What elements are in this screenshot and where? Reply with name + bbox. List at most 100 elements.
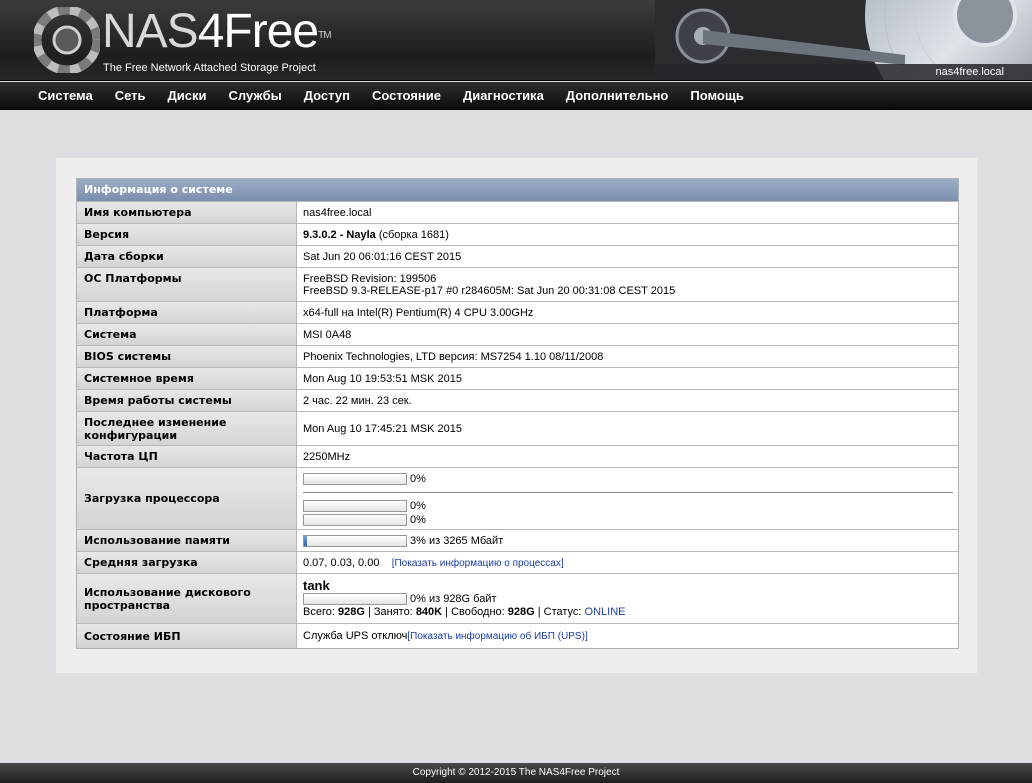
copyright-text: Copyright © 2012-2015 The NAS4Free Proje…	[412, 767, 620, 778]
bios-value: Phoenix Technologies, LTD версия: MS7254…	[303, 350, 604, 363]
version-label: Версия	[77, 224, 297, 245]
build-date-value: Sat Jun 20 06:01:16 CEST 2015	[303, 250, 462, 263]
menu-access[interactable]: Доступ	[293, 82, 361, 110]
content-panel: Информация о системе Имя компьютера nas4…	[55, 157, 978, 674]
disk-total-label: Всего:	[303, 606, 338, 618]
version-build: (сборка 1681)	[375, 228, 449, 241]
cpu-load-label: Загрузка процессора	[77, 468, 297, 529]
cpu-frequency-value: 2250MHz	[303, 450, 351, 463]
row-cpu-load: Загрузка процессора 0% 0% 0%	[77, 467, 958, 529]
row-uptime: Время работы системы 2 час. 22 мин. 23 с…	[77, 389, 958, 411]
build-date-label: Дата сборки	[77, 246, 297, 267]
menu-diagnostics[interactable]: Диагностика	[452, 82, 555, 110]
row-platform: Платформа x64-full на Intel(R) Pentium(R…	[77, 301, 958, 323]
main-menu: Система Сеть Диски Службы Доступ Состоян…	[0, 82, 1032, 110]
hostname-value: nas4free.local	[303, 206, 372, 219]
disk-total-value: 928G	[337, 606, 365, 618]
cpu-load-total: 0%	[303, 472, 953, 486]
hostname-label-cell: Имя компьютера	[77, 202, 297, 223]
cpu-core2-progress-bar	[303, 514, 407, 526]
ups-info-link[interactable]: Показать информацию об ИБП (UPS)	[410, 631, 585, 642]
load-average-label: Средняя загрузка	[77, 552, 297, 573]
row-cpu-frequency: Частота ЦП 2250MHz	[77, 445, 958, 467]
menu-advanced[interactable]: Дополнительно	[555, 82, 680, 110]
system-info-title: Информация о системе	[77, 179, 958, 201]
uptime-label: Время работы системы	[77, 390, 297, 411]
disk-stats: Всего: 928G | Занято: 840K | Свободно: 9…	[303, 606, 952, 618]
menu-network[interactable]: Сеть	[104, 82, 157, 110]
cpu-core2-percent: 0%	[410, 514, 426, 526]
platform-label: Платформа	[77, 302, 297, 323]
cpu-total-progress-bar	[303, 473, 407, 485]
row-ups: Состояние ИБП Служба UPS отключ[Показать…	[77, 623, 958, 648]
logo-trademark: TM	[318, 30, 331, 41]
hostname-label: nas4free.local	[935, 66, 1005, 78]
memory-label: Использование памяти	[77, 530, 297, 551]
last-config-change-value: Mon Aug 10 17:45:21 MSK 2015	[303, 422, 463, 435]
disk-progress-bar	[303, 593, 407, 605]
nas4free-logo-icon	[34, 7, 100, 73]
system-info-table: Информация о системе Имя компьютера nas4…	[76, 178, 959, 649]
last-config-change-label: Последнее изменение конфигурации	[77, 412, 297, 445]
row-load-average: Средняя загрузка 0.07, 0.03, 0.00 [Показ…	[77, 551, 958, 573]
cpu-load-core2: 0%	[303, 513, 953, 527]
disk-usage-value: tank 0% из 928G байт Всего: 928G | Занят…	[297, 574, 958, 623]
menu-services[interactable]: Службы	[218, 82, 293, 110]
row-version: Версия 9.3.0.2 - Nayla (сборка 1681)	[77, 223, 958, 245]
system-label: Система	[77, 324, 297, 345]
version-number: 9.3.0.2	[303, 228, 337, 241]
disk-usage-label: Использование дискового пространства	[77, 574, 297, 623]
row-disk-usage: Использование дискового пространства tan…	[77, 573, 958, 623]
platform-value: x64-full на Intel(R) Pentium(R) 4 CPU 3.…	[303, 306, 534, 319]
cpu-core1-percent: 0%	[410, 500, 426, 512]
cpu-load-core1: 0%	[303, 499, 953, 513]
logo-wordmark: NAS4FreeTM	[102, 5, 332, 58]
ups-status-text: Служба UPS отключ	[303, 630, 408, 642]
disk-free-value: 928G	[507, 606, 535, 618]
os-release: FreeBSD 9.3-RELEASE-p17 #0 r284605M: Sat…	[303, 284, 676, 297]
row-last-config-change: Последнее изменение конфигурации Mon Aug…	[77, 411, 958, 445]
row-build-date: Дата сборки Sat Jun 20 06:01:16 CEST 201…	[77, 245, 958, 267]
version-codename: Nayla	[346, 228, 376, 241]
disk-used-value: 840K	[415, 606, 443, 618]
header: NAS4FreeTM The Free Network Attached Sto…	[0, 0, 1032, 81]
uptime-value: 2 час. 22 мин. 23 сек.	[303, 394, 412, 407]
system-time-value: Mon Aug 10 19:53:51 MSK 2015	[303, 372, 463, 385]
memory-progress-bar	[303, 534, 407, 547]
disk-usage-text: 0% из 928G байт	[410, 593, 497, 605]
row-bios: BIOS системы Phoenix Technologies, LTD в…	[77, 345, 958, 367]
menu-system[interactable]: Система	[27, 82, 104, 110]
ups-label: Состояние ИБП	[77, 624, 297, 648]
os-revision: FreeBSD Revision: 199506	[303, 272, 437, 285]
version-dash: -	[336, 228, 347, 241]
load-average-numbers: 0.07, 0.03, 0.00	[303, 556, 380, 569]
logo-nas: NAS	[102, 5, 199, 58]
ups-value: Служба UPS отключ[Показать информацию об…	[303, 630, 588, 642]
menu-help[interactable]: Помощь	[679, 82, 754, 110]
memory-fill	[304, 535, 308, 546]
row-memory: Использование памяти 3% из 3265 Мбайт	[77, 529, 958, 551]
process-info-link[interactable]: Показать информацию о процессах	[394, 558, 560, 569]
os-value: FreeBSD Revision: 199506 FreeBSD 9.3-REL…	[297, 268, 958, 301]
menu-disks[interactable]: Диски	[157, 82, 218, 110]
pool-name: tank	[303, 578, 330, 593]
row-os: ОС Платформы FreeBSD Revision: 199506 Fr…	[77, 267, 958, 301]
disk-status-value: ONLINE	[584, 606, 626, 618]
row-system: Система MSI 0A48	[77, 323, 958, 345]
version-value: 9.3.0.2 - Nayla (сборка 1681)	[297, 224, 958, 245]
load-average-value: 0.07, 0.03, 0.00 [Показать информацию о …	[303, 556, 564, 569]
logo-4free: 4Free	[197, 5, 319, 58]
row-system-time: Системное время Mon Aug 10 19:53:51 MSK …	[77, 367, 958, 389]
menu-status[interactable]: Состояние	[361, 82, 452, 110]
bios-label: BIOS системы	[77, 346, 297, 367]
row-hostname: Имя компьютера nas4free.local	[77, 201, 958, 223]
disk-used-label: | Занято:	[364, 606, 416, 618]
tagline: The Free Network Attached Storage Projec…	[103, 62, 316, 74]
disk-status-label: | Статус:	[534, 606, 585, 618]
cpu-load-divider	[303, 492, 953, 493]
cpu-frequency-label: Частота ЦП	[77, 446, 297, 467]
memory-usage-text: 3% из 3265 Мбайт	[410, 534, 504, 547]
cpu-core1-progress-bar	[303, 500, 407, 512]
cpu-total-percent: 0%	[410, 473, 426, 485]
disk-free-label: | Свободно:	[442, 606, 508, 618]
